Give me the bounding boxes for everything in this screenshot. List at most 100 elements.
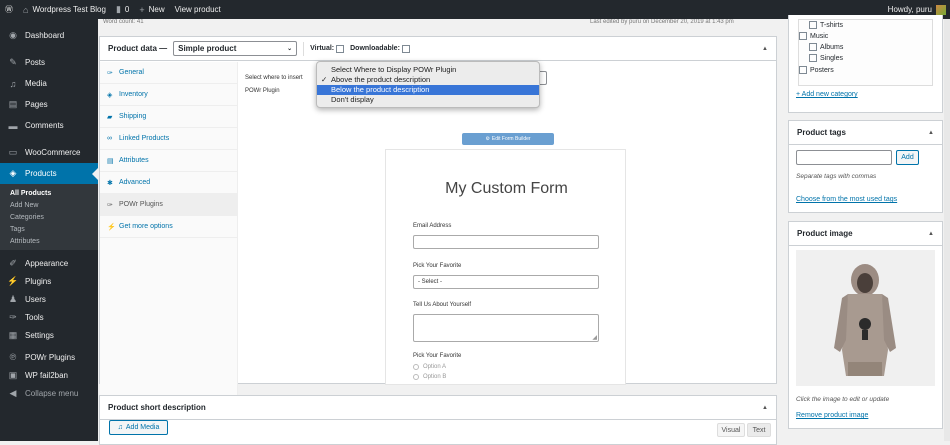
about-label: Tell Us About Yourself: [413, 302, 472, 308]
category-music[interactable]: Music: [799, 32, 828, 40]
submenu-categories[interactable]: Categories: [0, 211, 98, 223]
menu-powr-plugins[interactable]: ℗ POWr Plugins: [0, 348, 98, 366]
toggle-arrow-icon[interactable]: ▲: [928, 231, 934, 237]
checkbox[interactable]: [809, 43, 817, 51]
dropdown-option-3[interactable]: Don't display: [317, 95, 539, 105]
menu-pages[interactable]: ▤ Pages: [0, 94, 98, 115]
category-tshirts[interactable]: T-shirts: [809, 21, 843, 29]
checkbox[interactable]: [809, 21, 817, 29]
radio-icon: [413, 374, 419, 380]
plug-icon: ⚡: [7, 275, 19, 286]
tab-shipping[interactable]: ▰ Shipping: [100, 106, 237, 128]
menu-wp-fail2ban[interactable]: ▣ WP fail2ban: [0, 366, 98, 384]
product-image-thumbnail[interactable]: [796, 250, 935, 386]
product-type-select[interactable]: Simple product ⌄: [173, 41, 298, 56]
site-name-link[interactable]: ⌂ Wordpress Test Blog: [18, 0, 111, 19]
dashboard-icon: ◉: [9, 30, 17, 40]
about-textarea[interactable]: ◢: [413, 314, 599, 342]
comments-link[interactable]: ▮ 0: [111, 0, 134, 19]
tab-powr-plugins[interactable]: ✑ POWr Plugins: [100, 194, 237, 216]
plug-icon: ⚡: [107, 223, 116, 231]
submenu-all-products[interactable]: All Products: [0, 187, 98, 199]
virtual-checkbox[interactable]: [336, 44, 345, 53]
menu-media[interactable]: ♫ Media: [0, 73, 98, 94]
menu-comments[interactable]: ▬ Comments: [0, 115, 98, 136]
option-a-radio[interactable]: Option A: [413, 364, 446, 370]
gear-icon: ✱: [107, 179, 113, 187]
dropdown-option-1[interactable]: ✓ Above the product description: [317, 75, 539, 85]
checkbox[interactable]: [799, 66, 807, 74]
add-media-button[interactable]: ♫ Add Media: [109, 420, 168, 435]
tags-input[interactable]: [796, 150, 892, 165]
edit-form-builder-button[interactable]: ⚙ Edit Form Builder: [462, 133, 554, 145]
media-icon: ♫: [9, 78, 17, 89]
view-product-link[interactable]: View product: [170, 0, 226, 19]
visual-tab[interactable]: Visual: [717, 423, 745, 437]
tab-general[interactable]: ✑ General: [100, 62, 237, 84]
tab-inventory[interactable]: ◈ Inventory: [100, 84, 237, 106]
scrollbar[interactable]: [944, 19, 950, 441]
gear-icon: ⚙: [485, 136, 490, 142]
submenu-tags[interactable]: Tags: [0, 223, 98, 235]
short-description-header: Product short description ▲: [100, 396, 776, 420]
new-link[interactable]: + New: [134, 0, 169, 19]
category-albums[interactable]: Albums: [809, 43, 843, 51]
add-new-category-link[interactable]: + Add new category: [796, 91, 858, 98]
dropdown-option-0[interactable]: Select Where to Display POWr Plugin: [317, 65, 539, 75]
home-icon: ⌂: [23, 4, 29, 15]
toggle-arrow-icon[interactable]: ▲: [762, 405, 768, 411]
tab-linked-products[interactable]: ∞ Linked Products: [100, 128, 237, 150]
text-tab[interactable]: Text: [747, 423, 771, 437]
menu-plugins[interactable]: ⚡ Plugins: [0, 272, 98, 290]
tags-hint: Separate tags with commas: [796, 173, 877, 180]
menu-woocommerce[interactable]: ▭ WooCommerce: [0, 142, 98, 163]
favorite-select[interactable]: - Select -: [413, 275, 599, 289]
option-b-radio[interactable]: Option B: [413, 374, 446, 380]
menu-products[interactable]: ◈ Products: [0, 163, 98, 184]
link-icon: ∞: [107, 135, 112, 142]
settings-icon: ▦: [8, 329, 18, 340]
wp-logo-icon[interactable]: Ⓦ: [0, 0, 18, 19]
hoodie-image: [796, 250, 935, 386]
dropdown-option-2[interactable]: Below the product description: [317, 85, 539, 95]
collapse-menu[interactable]: ◀ Collapse menu: [0, 384, 98, 402]
choose-tags-link[interactable]: Choose from the most used tags: [796, 196, 897, 203]
email-field[interactable]: [413, 235, 599, 249]
menu-tools[interactable]: ✑ Tools: [0, 308, 98, 326]
remove-image-link[interactable]: Remove product image: [796, 412, 868, 419]
active-arrow: [92, 167, 98, 180]
checkbox[interactable]: [799, 32, 807, 40]
submenu-add-new[interactable]: Add New: [0, 199, 98, 211]
user-icon: ♟: [8, 293, 18, 304]
last-edited: Last edited by puru on December 20, 2019…: [590, 19, 734, 25]
pick-favorite-label-2: Pick Your Favorite: [413, 353, 462, 359]
menu-users[interactable]: ♟ Users: [0, 290, 98, 308]
downloadable-checkbox[interactable]: [401, 44, 410, 53]
checkbox[interactable]: [809, 54, 817, 62]
shield-icon: ▣: [8, 369, 18, 380]
tab-attributes[interactable]: ▤ Attributes: [100, 150, 237, 172]
toggle-arrow-icon[interactable]: ▲: [928, 130, 934, 136]
tab-get-more-options[interactable]: ⚡ Get more options: [100, 216, 237, 238]
wrench-icon: ✑: [107, 69, 113, 77]
checkmark-icon: ✓: [321, 75, 328, 84]
submenu-attributes[interactable]: Attributes: [0, 235, 98, 247]
form-title: My Custom Form: [445, 180, 568, 197]
toggle-arrow-icon[interactable]: ▲: [762, 46, 768, 52]
menu-appearance[interactable]: ✐ Appearance: [0, 254, 98, 272]
inventory-icon: ◈: [107, 91, 113, 99]
product-data-tabs: ✑ General ◈ Inventory ▰ Shipping ∞ Linked Pr…: [100, 62, 238, 415]
chevron-down-icon: ⌄: [287, 46, 293, 52]
menu-settings[interactable]: ▦ Settings: [0, 326, 98, 344]
category-singles[interactable]: Singles: [809, 54, 843, 62]
resize-handle-icon: ◢: [592, 335, 597, 341]
comment-icon: ▮: [115, 4, 121, 14]
email-label: Email Address: [413, 223, 452, 229]
wrench-icon: ✑: [9, 311, 17, 322]
category-posters[interactable]: Posters: [799, 66, 834, 74]
menu-posts[interactable]: ✎ Posts: [0, 52, 98, 73]
tab-advanced[interactable]: ✱ Advanced: [100, 172, 237, 194]
menu-dashboard[interactable]: ◉ Dashboard: [0, 25, 98, 46]
add-tag-button[interactable]: Add: [896, 150, 919, 165]
admin-sidebar: ◉ Dashboard ✎ Posts ♫ Media ▤ Pages ▬ Comment…: [0, 19, 98, 441]
